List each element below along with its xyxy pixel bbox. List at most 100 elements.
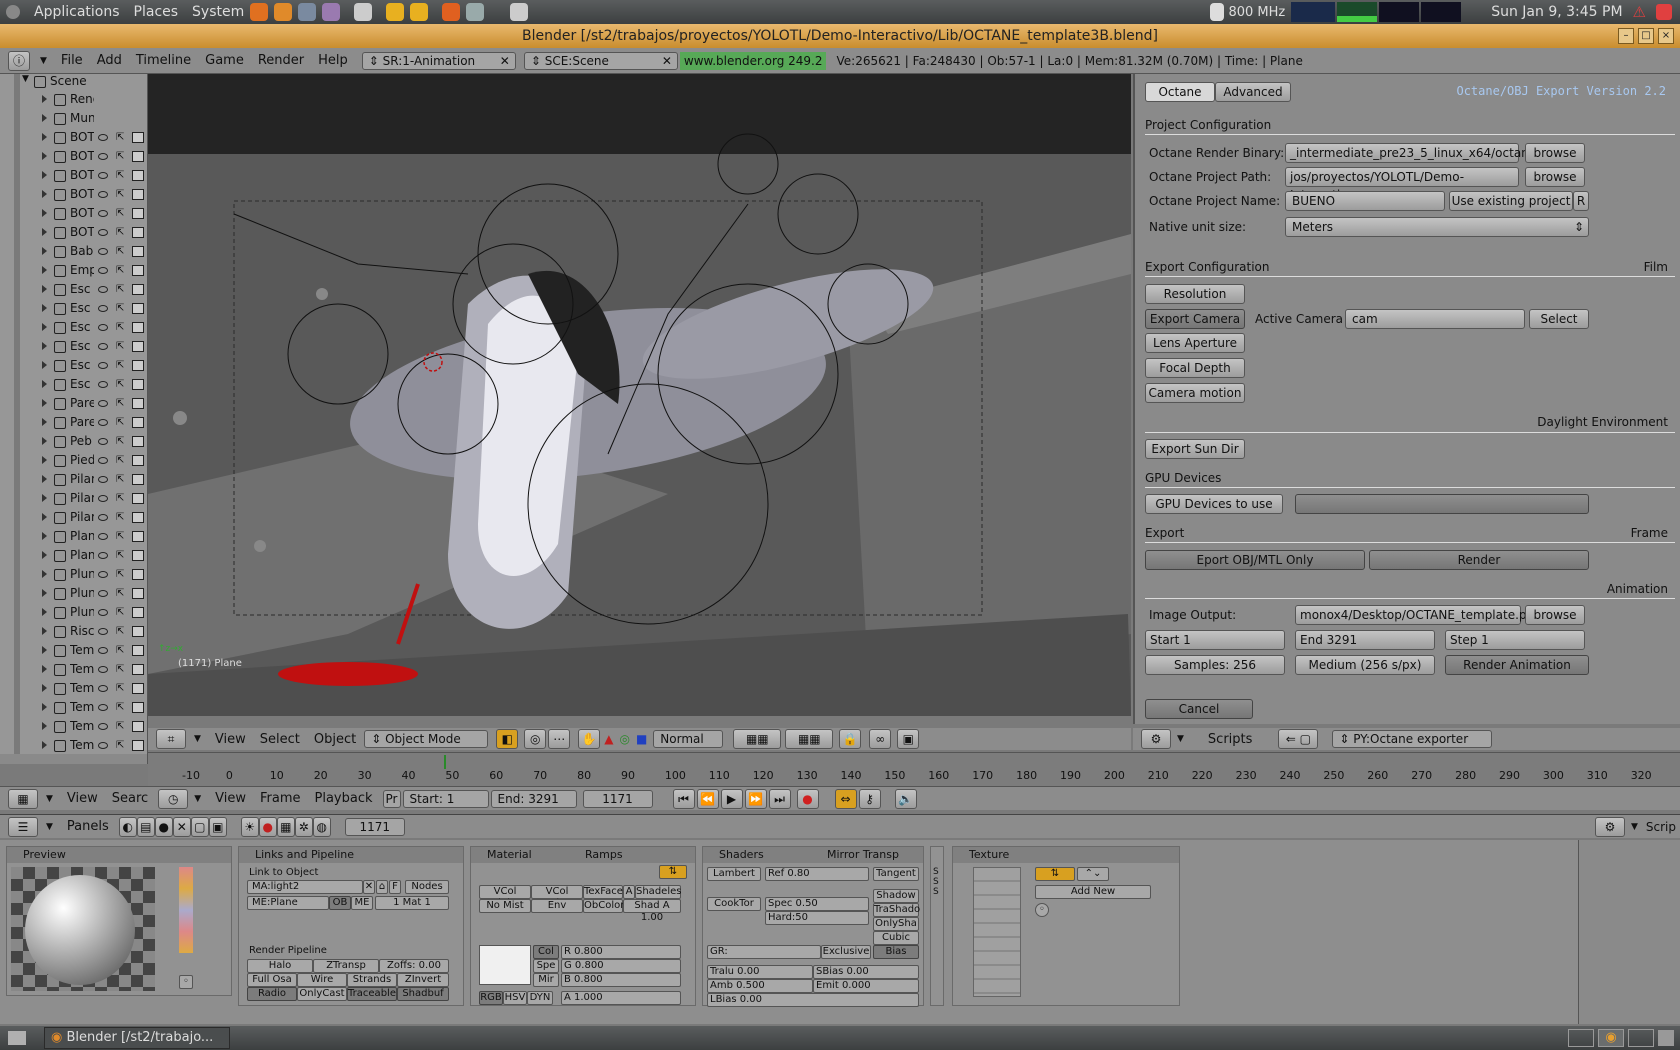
expand-icon[interactable] (42, 551, 47, 559)
outliner-item[interactable]: Tem ⇱ (0, 680, 147, 699)
project-name-field[interactable]: BUENO (1285, 191, 1445, 211)
render-toggle-icon[interactable] (132, 512, 144, 523)
script-area-icon[interactable]: ⚙ (1594, 816, 1625, 837)
expand-icon[interactable] (42, 133, 47, 141)
expand-icon[interactable] (42, 570, 47, 578)
pivot-icon[interactable]: ◎ (524, 729, 547, 749)
select-arrow-icon[interactable]: ⇱ (116, 474, 124, 485)
nomist-button[interactable]: No Mist (479, 899, 531, 913)
render-toggle-icon[interactable] (132, 664, 144, 675)
shadow-button[interactable]: Shadow (873, 889, 919, 903)
tab-advanced[interactable]: Advanced (1215, 82, 1291, 102)
outliner-item[interactable]: Plan ⇱ (0, 547, 147, 566)
nodes-button[interactable]: Nodes (405, 880, 449, 894)
preview-range-button[interactable]: Pr (382, 789, 401, 808)
select-arrow-icon[interactable]: ⇱ (116, 626, 124, 637)
update-icon[interactable] (1210, 3, 1225, 21)
vcol-paint-button[interactable]: VCol Paint (531, 885, 583, 909)
visibility-eye-icon[interactable] (98, 229, 108, 236)
lens-aperture-button[interactable]: Lens Aperture (1145, 333, 1245, 353)
render-toggle-icon[interactable] (132, 645, 144, 656)
visibility-eye-icon[interactable] (98, 324, 108, 331)
show-desktop-icon[interactable] (8, 1031, 26, 1045)
reset-button[interactable]: R (1573, 191, 1589, 211)
image-output-field[interactable]: monox4/Desktop/OCTANE_template.png (1295, 605, 1542, 625)
taskbar-blender-task[interactable]: ◉ Blender [/st2/trabajo... (44, 1027, 230, 1049)
outliner-item[interactable]: Plun ⇱ (0, 585, 147, 604)
cubic-button[interactable]: Cubic (873, 931, 919, 945)
onlyshadow-button[interactable]: OnlySha (873, 917, 919, 931)
render-toggle-icon[interactable] (132, 360, 144, 371)
expand-icon[interactable] (42, 741, 47, 749)
bias-button[interactable]: Bias (873, 945, 919, 959)
close-scene-icon[interactable]: ✕ (662, 54, 672, 68)
expand-icon[interactable] (42, 665, 47, 673)
visibility-eye-icon[interactable] (98, 514, 108, 521)
render-toggle-icon[interactable] (132, 702, 144, 713)
material-tab[interactable]: Material (471, 847, 695, 863)
expand-icon[interactable] (42, 361, 47, 369)
menu-render[interactable]: Render (258, 53, 304, 68)
strands-button[interactable]: Strands (347, 973, 397, 987)
select-arrow-icon[interactable]: ⇱ (116, 303, 124, 314)
render-toggle-icon[interactable] (132, 284, 144, 295)
radiation-icon[interactable] (386, 3, 405, 21)
menu-system[interactable]: System (192, 4, 244, 20)
object-icon[interactable]: ✕ (172, 816, 191, 837)
current-frame-field[interactable]: 1171 (582, 789, 653, 808)
mesh-name-field[interactable]: ME:Plane (247, 896, 329, 910)
ztransp-button[interactable]: ZTransp (313, 959, 379, 973)
preview-refresh-icon[interactable]: ◦ (179, 975, 193, 989)
focal-depth-button[interactable]: Focal Depth (1145, 358, 1245, 378)
outliner-item[interactable]: Emp ⇱ (0, 262, 147, 281)
render-toggle-icon[interactable] (132, 474, 144, 485)
back-icon[interactable]: ⇐ ▢ (1278, 729, 1319, 749)
select-arrow-icon[interactable]: ⇱ (116, 189, 124, 200)
select-arrow-icon[interactable]: ⇱ (116, 379, 124, 390)
warning-icon[interactable]: ⚠ (1633, 3, 1646, 21)
panels-menu[interactable]: Panels (67, 819, 109, 834)
render-toggle-icon[interactable] (132, 151, 144, 162)
expand-icon[interactable] (42, 399, 47, 407)
select-arrow-icon[interactable]: ⇱ (116, 645, 124, 656)
expand-icon[interactable] (42, 456, 47, 464)
select-arrow-icon[interactable]: ⇱ (116, 493, 124, 504)
outliner-item[interactable]: BOT ⇱ (0, 205, 147, 224)
wire-button[interactable]: Wire (297, 973, 347, 987)
menu-add[interactable]: Add (97, 53, 122, 68)
chevron-down-icon[interactable]: ▼ (194, 734, 201, 744)
expand-icon[interactable] (42, 304, 47, 312)
render-toggle-icon[interactable] (132, 417, 144, 428)
render-toggle-icon[interactable] (132, 170, 144, 181)
select-arrow-icon[interactable]: ⇱ (116, 284, 124, 295)
tl-playback-menu[interactable]: Playback (315, 791, 373, 806)
outliner-item[interactable]: BOT ⇱ (0, 186, 147, 205)
buttons-frame-field[interactable]: 1171 (344, 817, 405, 836)
outliner-item[interactable]: BOT ⇱ (0, 167, 147, 186)
render-toggle-icon[interactable] (132, 683, 144, 694)
gpu-devices-button[interactable]: GPU Devices to use (1145, 494, 1283, 514)
expand-icon[interactable] (42, 95, 47, 103)
quality-select[interactable]: Medium (256 s/px) (1295, 655, 1435, 675)
expand-icon[interactable] (42, 722, 47, 730)
dyn-button[interactable]: DYN (527, 991, 553, 1005)
outliner-item[interactable]: BOT ⇱ (0, 129, 147, 148)
transform-orientation[interactable]: Normal (653, 730, 724, 748)
chevron-down-icon[interactable]: ▼ (46, 822, 53, 832)
outliner-item[interactable]: Pare ⇱ (0, 414, 147, 433)
terminal-icon[interactable] (466, 3, 485, 21)
visibility-eye-icon[interactable] (98, 666, 108, 673)
a-button[interactable]: A (623, 885, 635, 899)
draw-type-icon[interactable]: ◧ (496, 729, 519, 749)
chevron-down-icon[interactable]: ▼ (46, 794, 53, 804)
lamp-icon[interactable]: ☀ (240, 816, 259, 837)
tangent-button[interactable]: Tangent (873, 867, 919, 881)
expand-icon[interactable] (42, 266, 47, 274)
workspace-3[interactable] (1628, 1029, 1654, 1047)
timeline-type-icon[interactable]: ◷ (158, 788, 189, 809)
select-arrow-icon[interactable]: ⇱ (116, 683, 124, 694)
select-arrow-icon[interactable]: ⇱ (116, 341, 124, 352)
start-frame-field[interactable]: Start: 1 (402, 789, 489, 808)
tl-view-menu[interactable]: View (215, 791, 246, 806)
outliner-item[interactable]: Pied ⇱ (0, 452, 147, 471)
